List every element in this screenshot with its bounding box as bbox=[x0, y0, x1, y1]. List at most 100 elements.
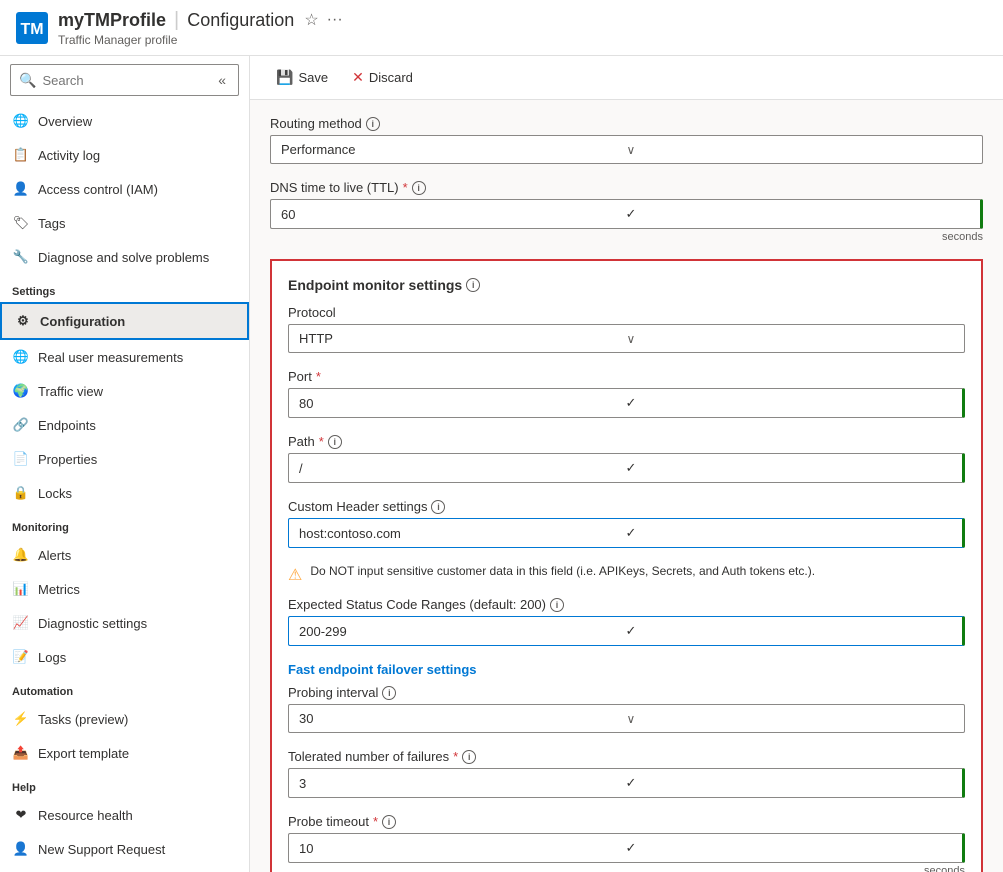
expected-status-input[interactable]: 200-299 ✓ bbox=[288, 616, 965, 646]
sidebar-item-tasks[interactable]: ⚡ Tasks (preview) bbox=[0, 702, 249, 736]
sidebar-item-label: Tasks (preview) bbox=[38, 712, 128, 727]
probe-timeout-info-icon[interactable]: i bbox=[382, 815, 396, 829]
probe-timeout-label: Probe timeout * i bbox=[288, 814, 965, 829]
sidebar-item-traffic-view[interactable]: 🌍 Traffic view bbox=[0, 374, 249, 408]
save-icon: 💾 bbox=[276, 69, 293, 86]
probe-timeout-input[interactable]: 10 ✓ bbox=[288, 833, 965, 863]
automation-section-label: Automation bbox=[0, 674, 249, 702]
dns-ttl-value: 60 bbox=[281, 207, 626, 222]
warning-icon: ⚠ bbox=[288, 565, 302, 585]
protocol-label: Protocol bbox=[288, 305, 965, 320]
real-user-icon: 🌐 bbox=[12, 348, 30, 366]
discard-button[interactable]: ✕ Discard bbox=[342, 64, 423, 91]
sidebar-item-label: Logs bbox=[38, 650, 66, 665]
probing-interval-info-icon[interactable]: i bbox=[382, 686, 396, 700]
metrics-icon: 📊 bbox=[12, 580, 30, 598]
expected-status-valid-icon: ✓ bbox=[626, 623, 953, 639]
sidebar-item-label: Activity log bbox=[38, 148, 100, 163]
settings-section-label: Settings bbox=[0, 274, 249, 302]
sidebar-item-alerts[interactable]: 🔔 Alerts bbox=[0, 538, 249, 572]
sidebar-item-properties[interactable]: 📄 Properties bbox=[0, 442, 249, 476]
collapse-button[interactable]: « bbox=[214, 70, 230, 90]
export-template-icon: 📤 bbox=[12, 744, 30, 762]
routing-method-select[interactable]: Performance ∨ bbox=[270, 135, 983, 164]
sidebar-item-label: Access control (IAM) bbox=[38, 182, 158, 197]
expected-status-info-icon[interactable]: i bbox=[550, 598, 564, 612]
routing-method-info-icon[interactable]: i bbox=[366, 117, 380, 131]
expected-status-group: Expected Status Code Ranges (default: 20… bbox=[288, 597, 965, 646]
sidebar-item-tags[interactable]: 🏷 Tags bbox=[0, 206, 249, 240]
protocol-select[interactable]: HTTP ∨ bbox=[288, 324, 965, 353]
sidebar-item-endpoints[interactable]: 🔗 Endpoints bbox=[0, 408, 249, 442]
custom-header-label: Custom Header settings i bbox=[288, 499, 965, 514]
endpoint-monitor-title: Endpoint monitor settings i bbox=[288, 277, 965, 293]
warning-box: ⚠ Do NOT input sensitive customer data i… bbox=[288, 564, 965, 585]
sidebar-item-resource-health[interactable]: ❤ Resource health bbox=[0, 798, 249, 832]
port-value: 80 bbox=[299, 396, 626, 411]
new-support-icon: 👤 bbox=[12, 840, 30, 858]
resource-name: myTMProfile bbox=[58, 10, 166, 31]
resource-subtitle: Traffic Manager profile bbox=[58, 33, 177, 47]
sidebar-item-access-control[interactable]: 👤 Access control (IAM) bbox=[0, 172, 249, 206]
sidebar-item-label: Resource health bbox=[38, 808, 133, 823]
tolerated-failures-required: * bbox=[453, 749, 458, 764]
svg-text:TM: TM bbox=[20, 21, 43, 38]
favorite-star[interactable]: ☆ bbox=[304, 10, 318, 30]
help-section-label: Help bbox=[0, 770, 249, 798]
required-marker: * bbox=[403, 180, 408, 195]
save-label: Save bbox=[298, 70, 328, 85]
sidebar-item-locks[interactable]: 🔒 Locks bbox=[0, 476, 249, 510]
sidebar-item-diagnose[interactable]: 🔧 Diagnose and solve problems bbox=[0, 240, 249, 274]
sidebar-item-label: Metrics bbox=[38, 582, 80, 597]
sidebar-item-diagnostic-settings[interactable]: 📈 Diagnostic settings bbox=[0, 606, 249, 640]
tolerated-failures-input[interactable]: 3 ✓ bbox=[288, 768, 965, 798]
dns-ttl-info-icon[interactable]: i bbox=[412, 181, 426, 195]
sidebar-item-real-user[interactable]: 🌐 Real user measurements bbox=[0, 340, 249, 374]
routing-method-value: Performance bbox=[281, 142, 627, 157]
header-title-group: myTMProfile | Configuration ☆ ··· Traffi… bbox=[58, 9, 343, 47]
dns-ttl-input[interactable]: 60 ✓ bbox=[270, 199, 983, 229]
sidebar-item-logs[interactable]: 📝 Logs bbox=[0, 640, 249, 674]
path-value: / bbox=[299, 461, 626, 476]
sidebar-item-new-support[interactable]: 👤 New Support Request bbox=[0, 832, 249, 866]
tolerated-failures-info-icon[interactable]: i bbox=[462, 750, 476, 764]
sidebar-item-label: Export template bbox=[38, 746, 129, 761]
endpoints-icon: 🔗 bbox=[12, 416, 30, 434]
tolerated-failures-valid-icon: ✓ bbox=[626, 775, 953, 791]
discard-icon: ✕ bbox=[352, 69, 364, 86]
routing-method-chevron-icon: ∨ bbox=[627, 143, 973, 157]
more-options-button[interactable]: ··· bbox=[327, 11, 343, 29]
save-button[interactable]: 💾 Save bbox=[266, 64, 338, 91]
path-valid-icon: ✓ bbox=[626, 460, 953, 476]
sidebar-item-metrics[interactable]: 📊 Metrics bbox=[0, 572, 249, 606]
path-group: Path * i / ✓ bbox=[288, 434, 965, 483]
sidebar-item-label: Properties bbox=[38, 452, 97, 467]
alerts-icon: 🔔 bbox=[12, 546, 30, 564]
probing-interval-select[interactable]: 30 ∨ bbox=[288, 704, 965, 733]
port-group: Port * 80 ✓ bbox=[288, 369, 965, 418]
sidebar-item-configuration[interactable]: ⚙ Configuration bbox=[0, 302, 249, 340]
dns-ttl-valid-icon: ✓ bbox=[626, 206, 971, 222]
discard-label: Discard bbox=[369, 70, 413, 85]
probing-interval-value: 30 bbox=[299, 711, 627, 726]
sidebar-item-label: Traffic view bbox=[38, 384, 103, 399]
port-input[interactable]: 80 ✓ bbox=[288, 388, 965, 418]
sidebar-item-label: New Support Request bbox=[38, 842, 165, 857]
endpoint-monitor-info-icon[interactable]: i bbox=[466, 278, 480, 292]
sidebar-item-activity-log[interactable]: 📋 Activity log bbox=[0, 138, 249, 172]
main-content: 💾 Save ✕ Discard Routing method i Perfor… bbox=[250, 56, 1003, 872]
path-info-icon[interactable]: i bbox=[328, 435, 342, 449]
path-input[interactable]: / ✓ bbox=[288, 453, 965, 483]
probe-timeout-value: 10 bbox=[299, 841, 626, 856]
sidebar-item-overview[interactable]: 🌐 Overview bbox=[0, 104, 249, 138]
sidebar-item-label: Endpoints bbox=[38, 418, 96, 433]
sidebar-item-export-template[interactable]: 📤 Export template bbox=[0, 736, 249, 770]
sidebar-item-label: Locks bbox=[38, 486, 72, 501]
probe-timeout-required: * bbox=[373, 814, 378, 829]
configuration-content: Routing method i Performance ∨ DNS time … bbox=[250, 100, 1003, 872]
warning-text: Do NOT input sensitive customer data in … bbox=[310, 564, 815, 578]
custom-header-info-icon[interactable]: i bbox=[431, 500, 445, 514]
search-input[interactable] bbox=[42, 73, 214, 88]
custom-header-input[interactable]: host:contoso.com ✓ bbox=[288, 518, 965, 548]
routing-method-group: Routing method i Performance ∨ bbox=[270, 116, 983, 164]
